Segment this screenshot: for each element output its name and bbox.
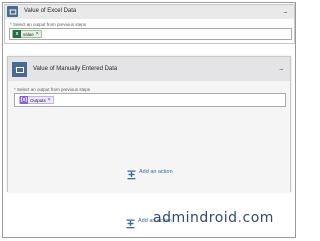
remove-token-icon[interactable]: × xyxy=(48,97,53,103)
card-title: Value of Excel Data xyxy=(24,8,77,14)
card-title: Value of Manually Entered Data xyxy=(33,66,118,72)
watermark-brand: admindroid xyxy=(153,210,238,226)
card-header[interactable]: Value of Manually Entered Data ... xyxy=(8,57,290,81)
remove-token-icon[interactable]: × xyxy=(36,31,41,37)
more-options-icon[interactable]: ... xyxy=(283,7,288,15)
watermark-tld: com xyxy=(242,210,274,226)
excel-icon: x xyxy=(13,30,21,38)
card-header[interactable]: Value of Excel Data ... xyxy=(5,5,294,19)
variable-icon: {x} xyxy=(20,96,28,104)
add-action-button-inner[interactable]: Add an action xyxy=(127,167,173,180)
more-options-icon[interactable]: ... xyxy=(279,64,284,72)
admindroid-watermark: admindroid.com xyxy=(153,210,274,226)
add-action-icon xyxy=(126,216,135,229)
loop-icon xyxy=(12,62,27,77)
add-action-label: Add an action xyxy=(139,169,173,175)
apply-to-each-card-manual: Value of Manually Entered Data ... * Sel… xyxy=(7,56,291,193)
dynamic-content-token[interactable]: {x} Outputs × xyxy=(19,96,54,104)
loop-icon xyxy=(7,6,18,17)
output-select-field[interactable]: {x} Outputs × xyxy=(14,93,286,107)
field-label: * Select an output from previous steps xyxy=(10,22,87,27)
card-body: * Select an output from previous steps {… xyxy=(8,81,290,193)
token-label: value xyxy=(23,31,34,37)
token-label: Outputs xyxy=(30,97,46,103)
apply-to-each-card-excel: Value of Excel Data ... * Select an outp… xyxy=(4,4,295,44)
dynamic-content-token[interactable]: x value × xyxy=(12,30,42,38)
add-action-icon xyxy=(127,167,136,180)
output-select-field[interactable]: x value × xyxy=(9,28,292,40)
field-label: * Select an output from previous steps xyxy=(14,87,91,92)
